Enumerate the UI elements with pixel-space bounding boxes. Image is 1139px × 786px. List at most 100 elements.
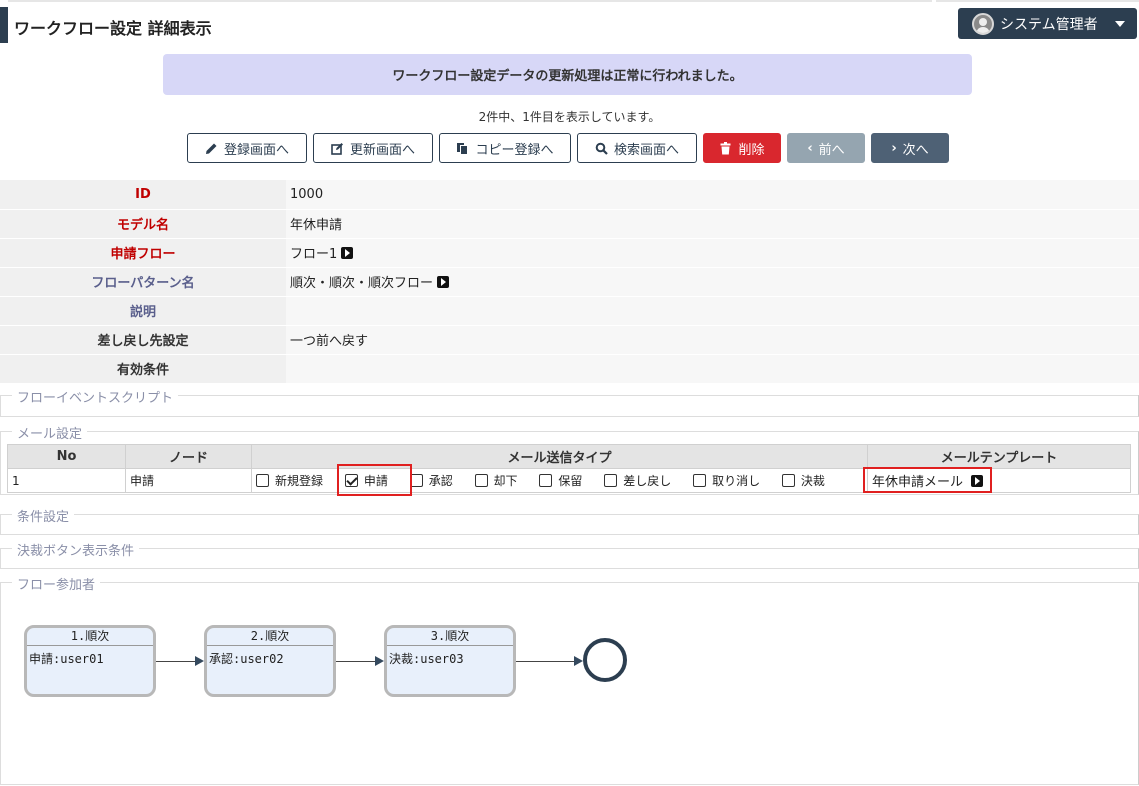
decision-section — [0, 548, 1139, 569]
flow-node-3[interactable]: 3.順次 決裁:user03 — [384, 625, 516, 697]
next-button-label: 次へ — [902, 142, 929, 158]
checkbox-approve[interactable]: 承認 — [409, 472, 453, 489]
checkbox-label: 決裁 — [800, 473, 825, 488]
register-button[interactable]: 登録画面へ — [187, 133, 307, 163]
delete-button-label: 削除 — [738, 142, 765, 158]
checkbox-label: 差し戻し — [623, 473, 672, 488]
detail-label: ID — [0, 180, 286, 210]
flow-node-1[interactable]: 1.順次 申請:user01 — [24, 625, 156, 697]
checkbox-label: 却下 — [493, 473, 518, 488]
checkbox-new-register[interactable]: 新規登録 — [256, 472, 323, 489]
edit-icon — [331, 142, 344, 155]
checkbox-box — [539, 473, 553, 487]
page-title: ワークフロー設定 詳細表示 — [14, 19, 212, 38]
detail-value: フロー1 — [290, 247, 338, 262]
detail-value: 一つ前へ戻す — [286, 325, 1139, 355]
detail-label: 差し戻し先設定 — [0, 325, 286, 355]
trash-icon — [719, 141, 732, 155]
detail-value: 年休申請 — [286, 209, 1139, 239]
copy-button-label: コピー登録へ — [475, 142, 554, 158]
detail-row-model: モデル名 年休申請 — [0, 209, 1139, 239]
participants-section — [0, 582, 1139, 785]
flow-arrow — [336, 656, 384, 666]
detail-value — [286, 296, 1139, 326]
update-button[interactable]: 更新画面へ — [313, 133, 433, 163]
delete-button[interactable]: 削除 — [703, 133, 781, 163]
action-toolbar: 登録画面へ 更新画面へ コピー登録へ 検索画面へ 削除 ‹ 前へ › 次へ — [187, 133, 949, 163]
detail-label: 有効条件 — [0, 354, 286, 384]
detail-label: フローパターン名 — [0, 267, 286, 297]
search-icon — [595, 142, 608, 155]
detail-label: モデル名 — [0, 209, 286, 239]
flow-arrow — [516, 656, 583, 666]
record-count: 2件中、1件目を表示しています。 — [478, 110, 661, 124]
col-no: No — [7, 444, 126, 469]
detail-row-id: ID 1000 — [0, 180, 1139, 210]
mail-table-header: No ノード メール送信タイプ メールテンプレート — [7, 444, 1131, 469]
checkbox-box — [781, 473, 795, 487]
search-button-label: 検索画面へ — [613, 142, 679, 158]
checkbox-decision[interactable]: 決裁 — [781, 472, 825, 489]
checkbox-label: 新規登録 — [275, 473, 324, 488]
checkbox-label: 保留 — [558, 473, 583, 488]
detail-row-pattern: フローパターン名 順次・順次・順次フロー — [0, 267, 1139, 297]
row-node: 申請 — [125, 468, 252, 493]
caret-down-icon — [1115, 20, 1125, 27]
copy-register-button[interactable]: コピー登録へ — [439, 133, 571, 163]
condition-section — [0, 514, 1139, 535]
checkbox-box — [604, 473, 618, 487]
script-section-title: フローイベントスクリプト — [12, 387, 179, 406]
user-name: システム管理者 — [1000, 16, 1098, 33]
participants-section-title: フロー参加者 — [12, 574, 101, 593]
chevron-left-icon: ‹ — [807, 140, 813, 156]
flow-node-title: 1.順次 — [27, 628, 153, 646]
checkbox-cancel[interactable]: 取り消し — [693, 472, 760, 489]
detail-value — [286, 354, 1139, 384]
condition-section-title: 条件設定 — [12, 506, 75, 525]
flow-node-2[interactable]: 2.順次 承認:user02 — [204, 625, 336, 697]
detail-row-sendback: 差し戻し先設定 一つ前へ戻す — [0, 325, 1139, 355]
checkbox-hold[interactable]: 保留 — [539, 472, 582, 489]
copy-icon — [456, 142, 469, 155]
search-screen-button[interactable]: 検索画面へ — [577, 133, 697, 163]
flow-node-body: 申請:user01 — [29, 652, 104, 666]
open-link-icon[interactable] — [437, 276, 450, 288]
decision-section-title: 決裁ボタン表示条件 — [12, 540, 140, 559]
detail-table: ID 1000 モデル名 年休申請 申請フロー フロー1 フローパターン名 順次… — [0, 180, 1139, 384]
user-menu-button[interactable]: システム管理者 — [958, 8, 1137, 39]
detail-row-condition: 有効条件 — [0, 354, 1139, 384]
detail-value-cell: 順次・順次・順次フロー — [286, 267, 1139, 297]
detail-row-description: 説明 — [0, 296, 1139, 326]
chevron-right-icon: › — [891, 140, 897, 156]
row-no: 1 — [7, 468, 126, 493]
flow-node-title: 2.順次 — [207, 628, 333, 646]
detail-label: 申請フロー — [0, 238, 286, 268]
col-template: メールテンプレート — [867, 444, 1131, 469]
col-node: ノード — [125, 444, 252, 469]
checkbox-box — [256, 473, 269, 487]
detail-label: 説明 — [0, 296, 286, 326]
mail-section-title: メール設定 — [12, 423, 88, 442]
checkbox-reject[interactable]: 却下 — [474, 472, 518, 489]
update-button-label: 更新画面へ — [349, 142, 415, 158]
checkbox-box — [474, 473, 488, 487]
highlight-mail-template — [863, 467, 992, 493]
highlight-apply-checkbox — [337, 464, 412, 496]
user-avatar-icon — [972, 12, 994, 35]
detail-value: 1000 — [286, 180, 1139, 210]
detail-value-cell: フロー1 — [286, 238, 1139, 268]
prev-button-label: 前へ — [818, 142, 845, 158]
pencil-icon — [205, 142, 218, 155]
checkbox-label: 取り消し — [712, 473, 761, 488]
flow-node-body: 承認:user02 — [209, 652, 284, 666]
checkbox-label: 承認 — [428, 473, 453, 488]
next-button[interactable]: › 次へ — [871, 133, 949, 163]
checkbox-sendback[interactable]: 差し戻し — [604, 472, 671, 489]
header-top-border-right — [936, 0, 1139, 2]
flow-arrow — [156, 656, 204, 666]
prev-button[interactable]: ‹ 前へ — [787, 133, 865, 163]
checkbox-box — [693, 473, 707, 487]
header-top-border — [8, 0, 932, 2]
open-link-icon[interactable] — [341, 247, 354, 259]
register-button-label: 登録画面へ — [223, 142, 289, 158]
